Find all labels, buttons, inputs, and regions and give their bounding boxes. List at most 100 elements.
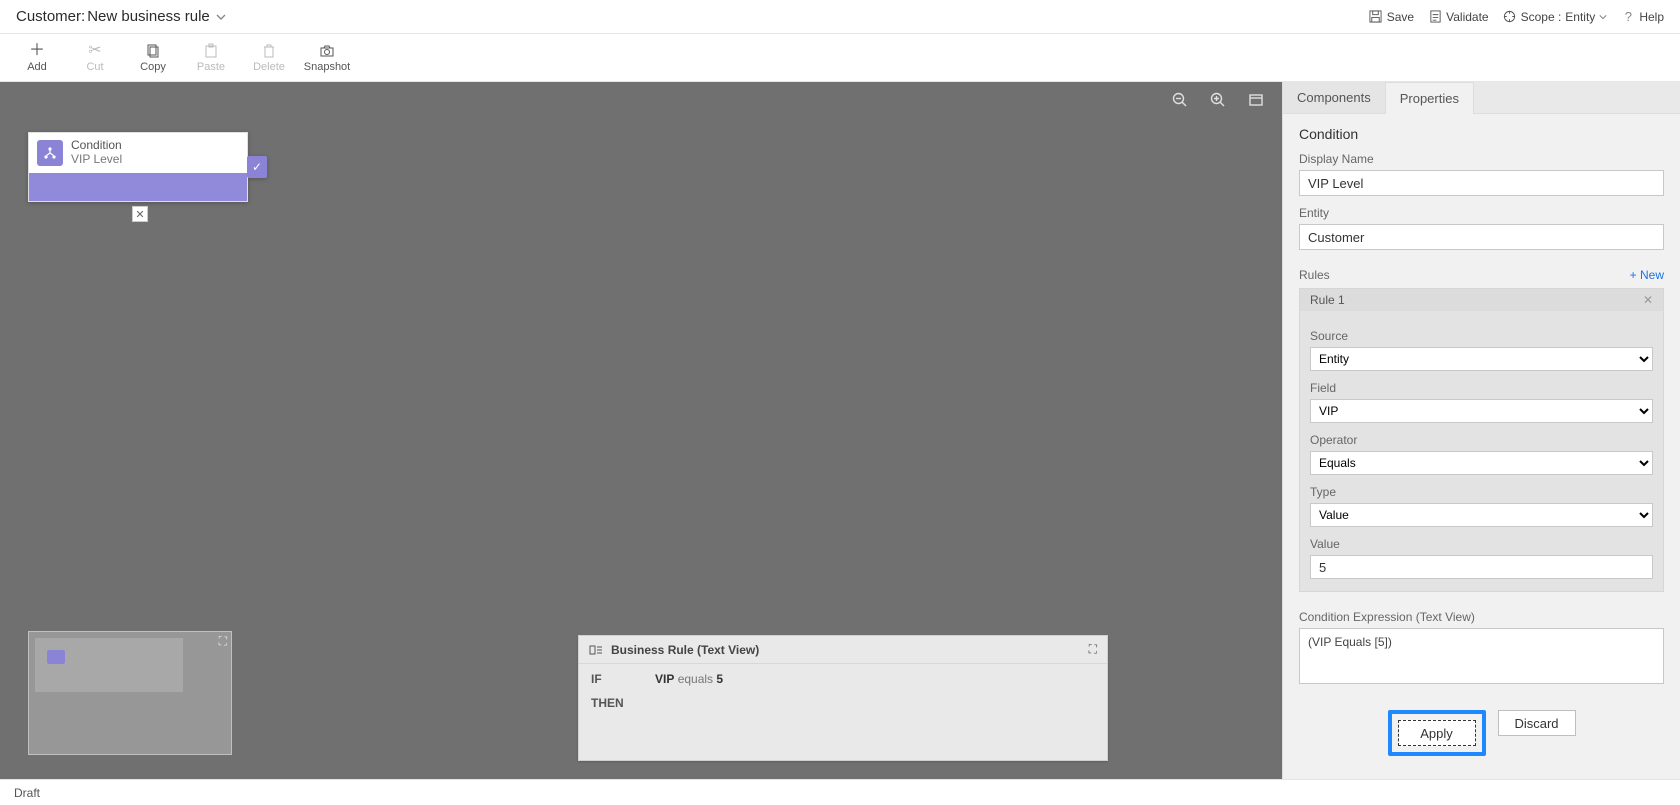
expand-icon[interactable]: ⛶: [219, 634, 227, 649]
condition-icon: [37, 140, 63, 166]
operator-select[interactable]: Equals: [1310, 451, 1653, 475]
condition-expression-box: (VIP Equals [5]): [1299, 628, 1664, 684]
paste-label: Paste: [197, 61, 225, 73]
display-name-input[interactable]: [1299, 170, 1664, 196]
source-select[interactable]: Entity: [1310, 347, 1653, 371]
minimap-node: [47, 650, 65, 664]
then-keyword: THEN: [591, 696, 651, 710]
condition-node[interactable]: Condition VIP Level ✓ ✕: [28, 132, 267, 202]
save-button[interactable]: Save: [1369, 10, 1414, 24]
status-draft: Draft: [14, 786, 40, 800]
snapshot-button[interactable]: Snapshot: [298, 35, 356, 81]
delete-button[interactable]: Delete: [240, 35, 298, 81]
help-icon: ?: [1621, 10, 1635, 24]
scope-button[interactable]: Scope : Entity: [1503, 10, 1608, 24]
camera-icon: [319, 43, 335, 59]
title-entity: Customer:: [16, 8, 85, 25]
side-panel: Components Properties Condition Display …: [1282, 82, 1680, 779]
rules-label: Rules: [1299, 268, 1330, 282]
snapshot-label: Snapshot: [304, 61, 350, 73]
workspace: Condition VIP Level ✓ ✕ ⛶: [0, 82, 1680, 779]
help-button[interactable]: ? Help: [1621, 10, 1664, 24]
expr-op: equals: [678, 672, 713, 686]
help-label: Help: [1639, 10, 1664, 24]
expr-field: VIP: [655, 672, 674, 686]
apply-button[interactable]: Apply: [1398, 720, 1476, 746]
paste-button[interactable]: Paste: [182, 35, 240, 81]
trash-icon: [261, 43, 277, 59]
minimap-viewport[interactable]: [35, 638, 183, 692]
field-select[interactable]: VIP: [1310, 399, 1653, 423]
fit-screen-icon[interactable]: [1248, 92, 1266, 108]
validate-button[interactable]: Validate: [1428, 10, 1488, 24]
text-view-title: Business Rule (Text View): [611, 643, 759, 657]
discard-button[interactable]: Discard: [1498, 710, 1576, 736]
delete-label: Delete: [253, 61, 285, 73]
add-label: Add: [27, 61, 47, 73]
title-bar: Customer: New business rule Save Validat…: [0, 0, 1680, 34]
node-type-label: Condition: [71, 139, 122, 153]
apply-label: Apply: [1420, 726, 1453, 741]
plus-icon: ＋: [29, 43, 45, 59]
chevron-down-icon[interactable]: [216, 12, 226, 22]
status-bar: Draft: [0, 779, 1680, 805]
cut-icon: ✂: [88, 43, 101, 59]
save-label: Save: [1387, 10, 1414, 24]
rule-title: Rule 1: [1310, 293, 1345, 307]
cut-label: Cut: [86, 61, 103, 73]
add-button[interactable]: ＋ Add: [8, 35, 66, 81]
section-title: Condition: [1299, 126, 1664, 142]
zoom-out-icon[interactable]: [1172, 92, 1190, 108]
entity-label: Entity: [1299, 206, 1664, 220]
field-label: Field: [1310, 381, 1653, 395]
display-name-label: Display Name: [1299, 152, 1664, 166]
node-name-label: VIP Level: [71, 153, 122, 167]
rule-block: Rule 1 ✕ Source Entity Field VIP Operato…: [1299, 288, 1664, 592]
chevron-down-icon: [1599, 13, 1607, 21]
tab-properties[interactable]: Properties: [1385, 82, 1474, 114]
value-label: Value: [1310, 537, 1653, 551]
scope-value: Entity: [1565, 10, 1595, 24]
value-input[interactable]: [1310, 555, 1653, 579]
minimap[interactable]: ⛶: [28, 631, 232, 755]
new-rule-button[interactable]: + New: [1630, 268, 1664, 282]
type-select[interactable]: Value: [1310, 503, 1653, 527]
tab-components[interactable]: Components: [1283, 82, 1385, 114]
node-action-strip: [29, 173, 247, 201]
paste-icon: [203, 43, 219, 59]
close-icon[interactable]: ✕: [1643, 293, 1653, 307]
validate-icon: [1428, 10, 1442, 24]
condition-expression-label: Condition Expression (Text View): [1299, 610, 1664, 624]
check-icon[interactable]: ✓: [247, 156, 267, 178]
discard-label: Discard: [1514, 716, 1558, 731]
expr-val: 5: [716, 672, 723, 686]
scope-icon: [1503, 10, 1517, 24]
canvas[interactable]: Condition VIP Level ✓ ✕ ⛶: [0, 82, 1282, 779]
copy-label: Copy: [140, 61, 166, 73]
validate-label: Validate: [1446, 10, 1488, 24]
zoom-in-icon[interactable]: [1210, 92, 1228, 108]
canvas-controls: [1172, 92, 1266, 108]
if-keyword: IF: [591, 672, 651, 686]
entity-input[interactable]: [1299, 224, 1664, 250]
apply-highlight: Apply: [1388, 710, 1486, 756]
copy-button[interactable]: Copy: [124, 35, 182, 81]
text-view-icon: [589, 643, 603, 657]
title-rule-name: New business rule: [87, 8, 210, 25]
copy-icon: [145, 43, 161, 59]
save-icon: [1369, 10, 1383, 24]
tab-components-label: Components: [1297, 90, 1371, 105]
scope-label: Scope :: [1521, 10, 1562, 24]
if-expression: VIP equals 5: [655, 672, 723, 686]
toolbar: ＋ Add ✂ Cut Copy Paste Delete Snapshot: [0, 34, 1680, 82]
text-view-panel: Business Rule (Text View) ⛶ IF VIP equal…: [578, 635, 1108, 761]
cut-button[interactable]: ✂ Cut: [66, 35, 124, 81]
operator-label: Operator: [1310, 433, 1653, 447]
tab-properties-label: Properties: [1400, 91, 1459, 106]
page-title[interactable]: Customer: New business rule: [16, 8, 226, 25]
panel-tabs: Components Properties: [1283, 82, 1680, 114]
expand-icon[interactable]: ⛶: [1089, 642, 1097, 657]
close-icon[interactable]: ✕: [132, 206, 148, 222]
source-label: Source: [1310, 329, 1653, 343]
type-label: Type: [1310, 485, 1653, 499]
